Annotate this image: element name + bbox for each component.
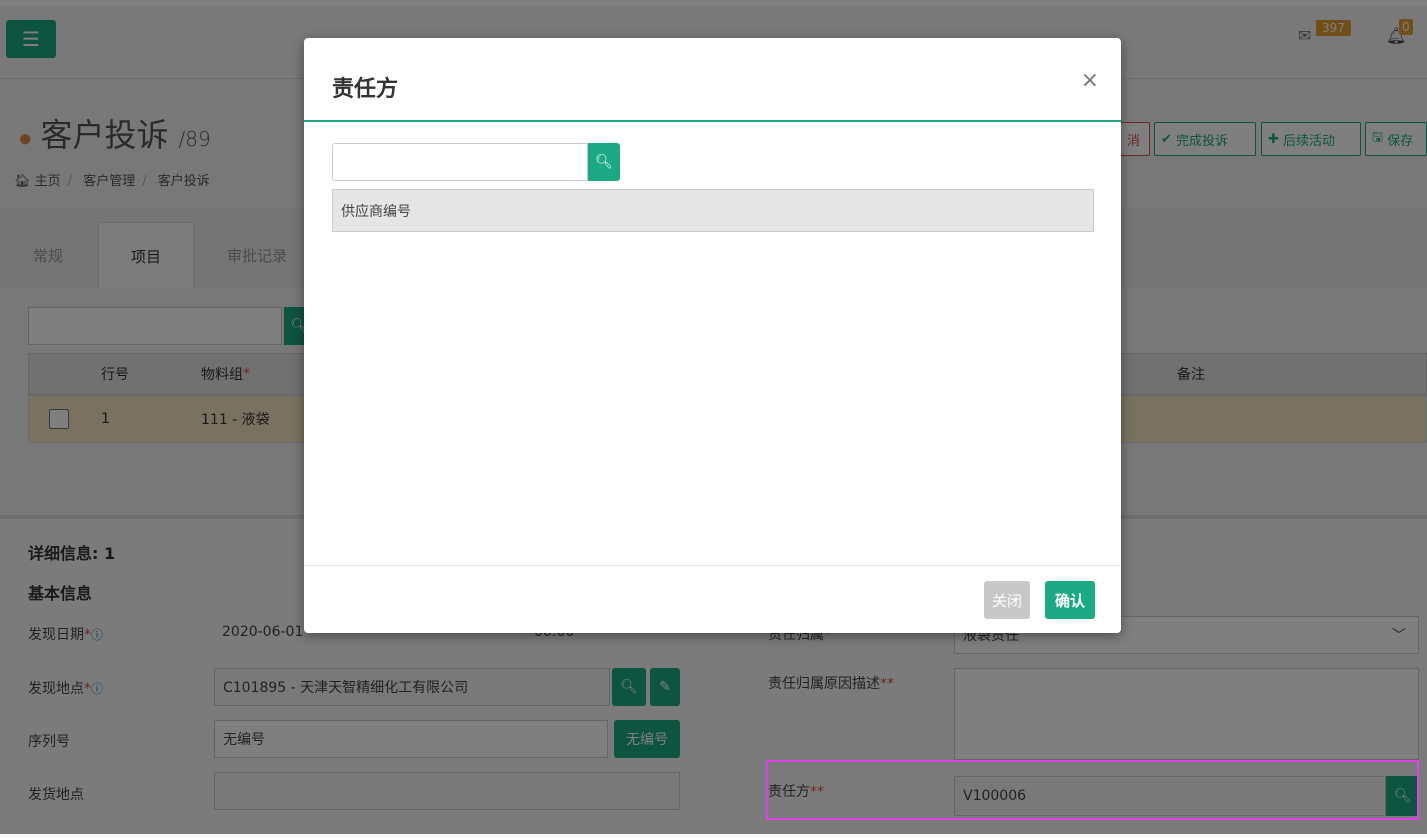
dialog-footer-divider [304, 565, 1121, 566]
dialog-close-button[interactable]: 关闭 [984, 581, 1030, 619]
dialog-divider [304, 120, 1121, 122]
dialog-column-supplier-no: 供应商编号 [332, 189, 1094, 232]
dialog-confirm-button[interactable]: 确认 [1045, 581, 1095, 619]
close-icon[interactable]: × [1081, 68, 1099, 93]
dialog-title: 责任方 [332, 77, 399, 102]
responsible-party-dialog: 责任方 × 🔍︎ 供应商编号 关闭 确认 [304, 38, 1121, 633]
search-icon: 🔍︎ [595, 154, 613, 170]
highlight-box [766, 760, 1419, 820]
dialog-search-input[interactable] [332, 143, 588, 181]
dialog-search-button[interactable]: 🔍︎ [588, 143, 620, 181]
